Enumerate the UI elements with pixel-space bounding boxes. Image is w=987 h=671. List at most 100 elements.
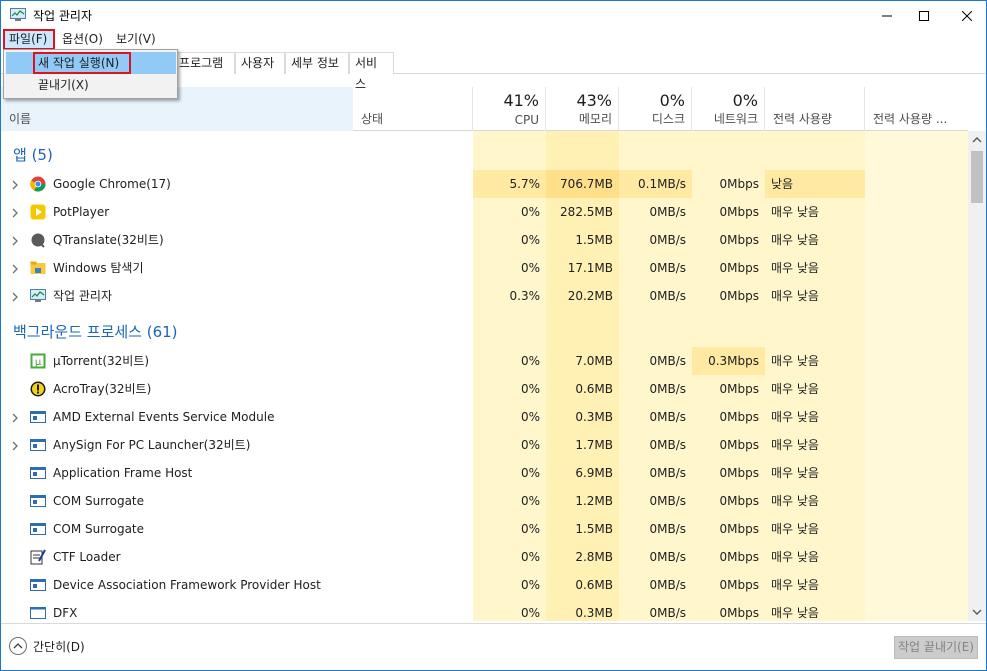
process-row[interactable]: 작업 관리자 0.3% 20.2MB 0MB/s 0Mbps 매우 낮음 [1, 282, 968, 310]
header-cpu[interactable]: 41% CPU [473, 87, 546, 131]
process-row[interactable]: COM Surrogate 0% 1.2MB 0MB/s 0Mbps 매우 낮음 [1, 487, 968, 515]
process-power: 매우 낮음 [771, 382, 819, 396]
footer: 간단히(D) 작업 끝내기(E) [1, 623, 986, 670]
expand-chevron-icon[interactable] [10, 291, 20, 302]
process-memory: 20.2MB [567, 289, 613, 303]
process-cpu: 5.7% [473, 170, 546, 198]
header-disk[interactable]: 0% 디스크 [619, 87, 692, 131]
scroll-thumb[interactable] [971, 151, 983, 203]
process-row[interactable]: Device Association Framework Provider Ho… [1, 571, 968, 599]
header-memory-label: 메모리 [578, 112, 612, 126]
svg-text:µ: µ [35, 357, 42, 368]
process-disk: 0MB/s [649, 578, 686, 592]
process-row[interactable]: AMD External Events Service Module 0% 0.3M… [1, 403, 968, 431]
process-network: 0Mbps [719, 233, 759, 247]
menu-options[interactable]: 옵션(O) [57, 29, 108, 50]
process-row[interactable]: Google Chrome(17) 5.7% 706.7MB 0.1MB/s 0Mbps… [1, 170, 968, 198]
process-row[interactable]: AnySign For PC Launcher(32비트) 0% 1.7MB 0MB/… [1, 431, 968, 459]
process-row[interactable]: CTF Loader 0% 2.8MB 0MB/s 0Mbps 매우 낮음 [1, 543, 968, 571]
header-disk-label: 디스크 [651, 112, 685, 126]
process-name: Windows 탐색기 [53, 261, 144, 275]
process-power: 매우 낮음 [771, 233, 819, 247]
expand-chevron-icon[interactable] [10, 263, 20, 274]
header-power-trend-label: 전력 사용량 ... [873, 112, 948, 126]
process-network: 0Mbps [719, 177, 759, 191]
vertical-scrollbar[interactable] [968, 131, 986, 621]
process-disk: 0MB/s [649, 606, 686, 620]
expand-chevron-icon[interactable] [10, 440, 20, 451]
process-memory: 7.0MB [575, 354, 613, 368]
tab-services[interactable]: 서비스 [349, 52, 394, 91]
process-row[interactable]: AcroTray(32비트) 0% 0.6MB 0MB/s 0Mbps 매우 낮음 [1, 375, 968, 403]
expand-chevron-icon[interactable] [10, 179, 20, 190]
process-cpu: 0% [520, 438, 540, 452]
process-row[interactable]: DFX 0% 0.3MB 0MB/s 0Mbps 매우 낮음 [1, 599, 968, 621]
process-disk: 0MB/s [649, 261, 686, 275]
scroll-down-icon[interactable] [972, 609, 982, 615]
fewer-details-button[interactable]: 간단히(D) [9, 637, 85, 655]
expand-chevron-icon[interactable] [10, 207, 20, 218]
process-row[interactable]: Windows 탐색기 0% 17.1MB 0MB/s 0Mbps 매우 낮음 [1, 254, 968, 282]
process-memory: 0.3MB [575, 410, 613, 424]
process-name: Google Chrome(17) [53, 177, 171, 191]
process-memory: 0.6MB [575, 382, 613, 396]
group-header[interactable]: 백그라운드 프로세스 (61) [1, 317, 968, 345]
process-network: 0Mbps [719, 410, 759, 424]
header-status[interactable]: 상태 [353, 87, 473, 131]
window-icon [30, 605, 46, 621]
close-button[interactable] [944, 1, 987, 30]
process-name: µTorrent(32비트) [53, 354, 150, 368]
process-power: 매우 낮음 [771, 606, 819, 620]
process-disk: 0MB/s [649, 289, 686, 303]
menu-view[interactable]: 보기(V) [111, 29, 161, 50]
header-name-label: 이름 [9, 112, 32, 126]
menu-item-exit[interactable]: 끝내기(X) [6, 74, 176, 96]
header-power-trend[interactable]: 전력 사용량 ... [865, 87, 967, 131]
process-disk: 0MB/s [649, 550, 686, 564]
acrotray-icon [30, 381, 46, 397]
process-disk: 0MB/s [649, 522, 686, 536]
process-row[interactable]: PotPlayer 0% 282.5MB 0MB/s 0Mbps 매우 낮음 [1, 198, 968, 226]
process-row[interactable]: Application Frame Host 0% 6.9MB 0MB/s 0Mbps 매… [1, 459, 968, 487]
menu-file[interactable]: 파일(F) [3, 29, 55, 50]
process-network: 0Mbps [719, 578, 759, 592]
process-row[interactable]: µ µTorrent(32비트) 0% 7.0MB 0MB/s 0.3Mbps 매우 낮음 [1, 347, 968, 375]
process-memory: 1.2MB [575, 494, 613, 508]
group-header[interactable]: 앱 (5) [1, 140, 968, 168]
header-memory[interactable]: 43% 메모리 [546, 87, 619, 131]
header-power[interactable]: 전력 사용량 [765, 87, 865, 131]
maximize-button[interactable] [901, 1, 947, 30]
run-new-task-label: 새 작업 실행(N) [38, 56, 120, 70]
tab-users[interactable]: 사용자 [235, 52, 285, 74]
process-power: 매우 낮음 [771, 550, 819, 564]
header-power-label: 전력 사용량 [773, 112, 833, 126]
ctf-icon [30, 549, 46, 565]
process-network: 0.3Mbps [692, 347, 765, 375]
tab-details[interactable]: 세부 정보 [285, 52, 349, 74]
expand-chevron-icon[interactable] [10, 235, 20, 246]
process-memory: 1.5MB [575, 233, 613, 247]
process-power: 매우 낮음 [771, 438, 819, 452]
collapse-circle-icon [9, 637, 27, 655]
task-manager-window: 작업 관리자 파일(F) 옵션(O) 보기(V) 앱프로그램 사용자 세부 정보… [0, 0, 987, 671]
menu-item-run-new-task[interactable]: 새 작업 실행(N) [6, 52, 176, 74]
service-icon [30, 577, 46, 593]
service-icon [30, 493, 46, 509]
header-network[interactable]: 0% 네트워크 [692, 87, 765, 131]
process-disk: 0MB/s [649, 205, 686, 219]
expand-chevron-icon[interactable] [10, 412, 20, 423]
process-power: 매우 낮음 [771, 578, 819, 592]
process-cpu: 0% [520, 578, 540, 592]
end-task-button[interactable]: 작업 끝내기(E) [894, 636, 978, 659]
process-row[interactable]: QTranslate(32비트) 0% 1.5MB 0MB/s 0Mbps 매우 낮음 [1, 226, 968, 254]
process-cpu: 0% [520, 522, 540, 536]
scroll-up-icon[interactable] [972, 137, 982, 143]
process-network: 0Mbps [719, 466, 759, 480]
process-power: 매우 낮음 [771, 261, 819, 275]
process-power: 매우 낮음 [771, 494, 819, 508]
header-status-label: 상태 [361, 112, 384, 126]
process-power: 매우 낮음 [771, 410, 819, 424]
process-row[interactable]: COM Surrogate 0% 1.5MB 0MB/s 0Mbps 매우 낮음 [1, 515, 968, 543]
process-network: 0Mbps [719, 522, 759, 536]
process-name: Application Frame Host [53, 466, 193, 480]
